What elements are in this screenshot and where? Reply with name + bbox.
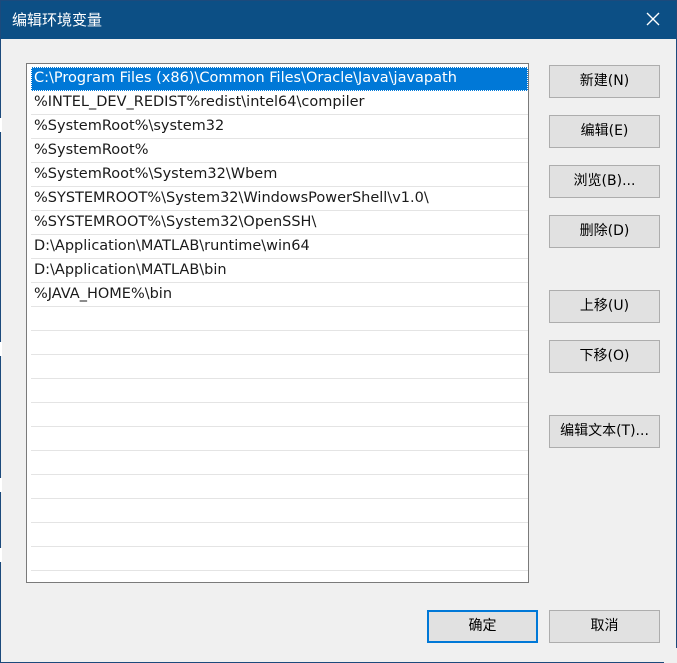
empty-list-row[interactable] bbox=[31, 355, 528, 379]
ok-button[interactable]: 确定 bbox=[427, 610, 538, 643]
edit-button[interactable]: 编辑(E) bbox=[549, 115, 660, 148]
empty-list-row[interactable] bbox=[31, 379, 528, 403]
cancel-button[interactable]: 取消 bbox=[549, 610, 660, 643]
empty-list-row[interactable] bbox=[31, 475, 528, 499]
empty-list-row[interactable] bbox=[31, 499, 528, 523]
list-item[interactable]: %SystemRoot% bbox=[31, 139, 528, 163]
list-item[interactable]: D:\Application\MATLAB\bin bbox=[31, 259, 528, 283]
empty-list-row[interactable] bbox=[31, 547, 528, 571]
close-icon bbox=[646, 11, 660, 30]
window-title: 编辑环境变量 bbox=[12, 11, 103, 29]
list-item[interactable]: %SystemRoot%\system32 bbox=[31, 115, 528, 139]
close-button[interactable] bbox=[630, 1, 676, 39]
title-bar[interactable]: 编辑环境变量 bbox=[1, 1, 676, 39]
new-button[interactable]: 新建(N) bbox=[549, 65, 660, 98]
list-item[interactable]: C:\Program Files (x86)\Common Files\Orac… bbox=[31, 67, 528, 91]
list-item[interactable]: D:\Application\MATLAB\runtime\win64 bbox=[31, 235, 528, 259]
background-window-fragment bbox=[0, 478, 2, 492]
background-window-fragment bbox=[0, 342, 2, 356]
empty-list-row[interactable] bbox=[31, 451, 528, 475]
list-item[interactable]: %JAVA_HOME%\bin bbox=[31, 283, 528, 307]
list-item[interactable]: %SYSTEMROOT%\System32\OpenSSH\ bbox=[31, 211, 528, 235]
empty-list-row[interactable] bbox=[31, 307, 528, 331]
list-item[interactable]: %SystemRoot%\System32\Wbem bbox=[31, 163, 528, 187]
list-item[interactable]: %SYSTEMROOT%\System32\WindowsPowerShell\… bbox=[31, 187, 528, 211]
edit-environment-variable-dialog: 编辑环境变量 C:\Program Files (x86)\Common Fil… bbox=[0, 0, 677, 663]
edit-text-button[interactable]: 编辑文本(T)... bbox=[549, 415, 660, 448]
move-up-button[interactable]: 上移(U) bbox=[549, 290, 660, 323]
background-window-fragment bbox=[0, 548, 2, 562]
empty-list-row[interactable] bbox=[31, 427, 528, 451]
list-item[interactable]: %INTEL_DEV_REDIST%redist\intel64\compile… bbox=[31, 91, 528, 115]
empty-list-row[interactable] bbox=[31, 331, 528, 355]
empty-list-row[interactable] bbox=[31, 523, 528, 547]
delete-button[interactable]: 删除(D) bbox=[549, 215, 660, 248]
browse-button[interactable]: 浏览(B)... bbox=[549, 165, 660, 198]
background-window-fragment bbox=[664, 648, 677, 663]
move-down-button[interactable]: 下移(O) bbox=[549, 340, 660, 373]
background-window-fragment bbox=[0, 118, 2, 132]
empty-list-row[interactable] bbox=[31, 403, 528, 427]
path-list[interactable]: C:\Program Files (x86)\Common Files\Orac… bbox=[26, 63, 529, 583]
